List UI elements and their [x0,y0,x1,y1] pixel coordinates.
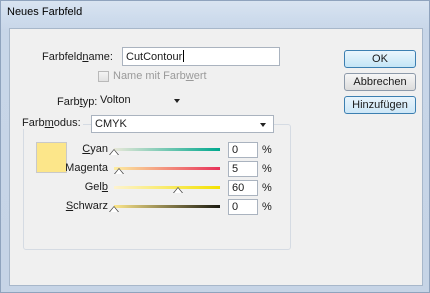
color-mode-label: Farbmodus: [20,117,83,129]
black-slider-thumb-fill [110,207,118,212]
color-type-value: Volton [100,94,131,106]
magenta-slider-track[interactable] [114,167,220,170]
black-label: Schwarz [65,200,108,212]
color-type-dropdown[interactable]: Volton [97,92,187,110]
magenta-slider-thumb-fill [115,169,124,174]
color-preview-swatch [36,142,67,173]
dialog-body: Farbfeldname: CutContour Name mit Farbwe… [9,28,423,286]
cyan-value-input[interactable]: 0 [228,142,258,158]
cancel-button[interactable]: Abbrechen [344,73,416,91]
name-with-value-checkbox[interactable] [98,71,109,82]
dialog-window: Neues Farbfeld Farbfeldname: CutContour … [0,0,430,293]
magenta-label: Magenta [65,162,108,174]
black-percent-unit: % [262,201,272,213]
color-mode-value: CMYK [95,118,127,130]
yellow-slider-track[interactable] [114,186,220,189]
chevron-down-icon [260,123,266,127]
window-title: Neues Farbfeld [7,6,83,18]
ok-button[interactable]: OK [344,50,416,68]
chevron-down-icon [174,99,180,103]
black-value-input[interactable]: 0 [228,199,258,215]
yellow-label: Gelb [84,181,108,193]
cyan-percent-unit: % [262,144,272,156]
cyan-slider-track[interactable] [114,148,220,151]
cyan-slider-thumb-fill [110,150,118,155]
yellow-value-input[interactable]: 60 [228,180,258,196]
magenta-percent-unit: % [262,163,272,175]
yellow-slider-thumb-fill [173,188,182,193]
color-type-label: Farbtyp: [57,96,98,108]
swatch-name-input[interactable]: CutContour [122,47,280,66]
magenta-value-input[interactable]: 5 [228,161,258,177]
swatch-name-label: Farbfeldname: [42,51,113,63]
name-with-value-label: Name mit Farbwert [113,70,207,82]
black-slider-track[interactable] [114,205,220,208]
cyan-label: Cyan [82,143,108,155]
text-caret [183,50,185,62]
color-mode-dropdown[interactable]: CMYK [91,115,274,133]
add-button[interactable]: Hinzufügen [344,96,416,114]
yellow-percent-unit: % [262,182,272,194]
